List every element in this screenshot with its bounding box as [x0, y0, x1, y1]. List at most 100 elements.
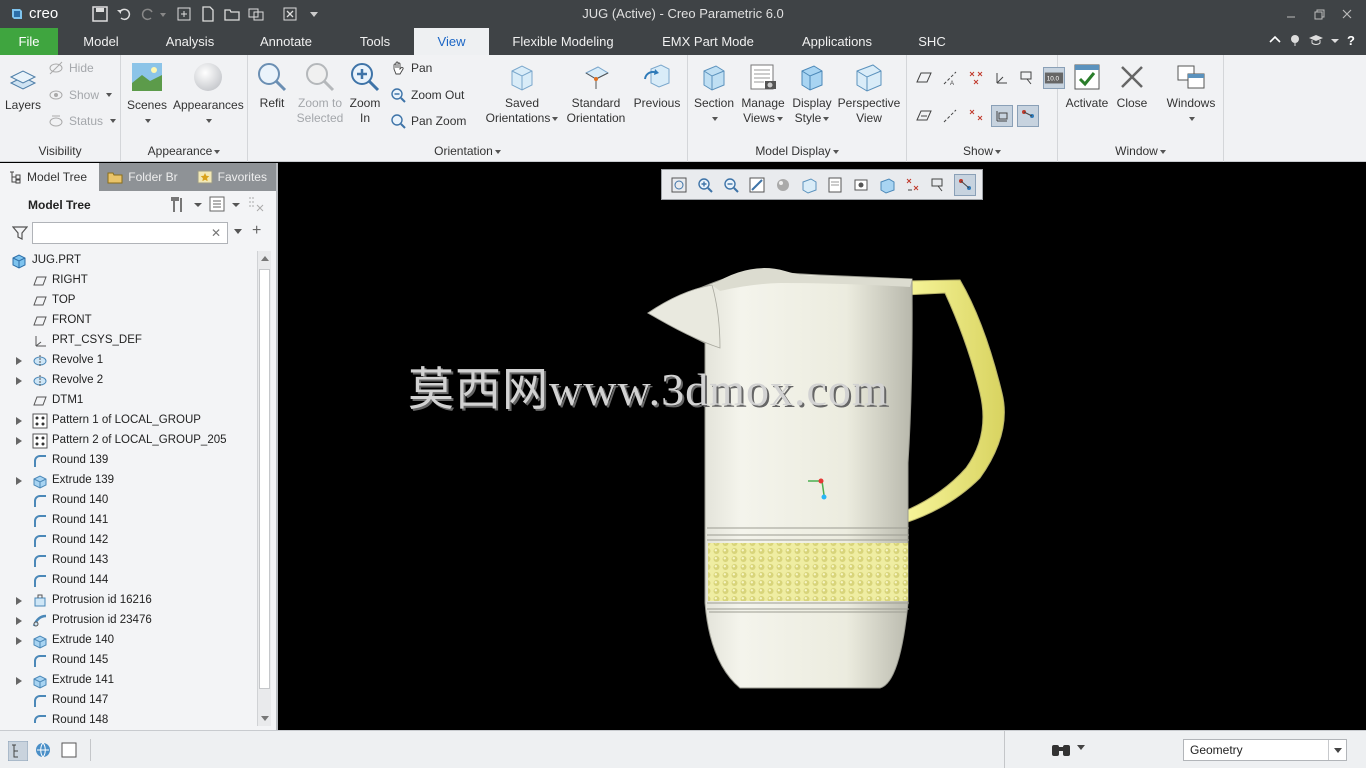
refit-icon[interactable] [668, 174, 690, 196]
expand-arrow-icon[interactable] [16, 637, 22, 645]
point-tag-display-icon[interactable] [965, 105, 987, 127]
tab-annotate[interactable]: Annotate [250, 28, 322, 55]
minimize-ribbon-icon[interactable] [1268, 33, 1282, 47]
perspective-icon[interactable] [850, 174, 872, 196]
previous-button[interactable]: Previous [632, 61, 682, 111]
tab-view[interactable]: View [414, 28, 489, 55]
view-manager-icon[interactable] [824, 174, 846, 196]
show-dropdown-icon[interactable] [232, 195, 240, 213]
hide-button[interactable]: Hide [48, 58, 94, 78]
model-tree-item[interactable]: Pattern 2 of LOCAL_GROUP_205 [0, 431, 257, 451]
csys-display-icon[interactable] [991, 67, 1013, 89]
tab-file[interactable]: File [0, 28, 58, 55]
zoom-in-button[interactable]: Zoom In [346, 61, 384, 126]
model-tree-item[interactable]: PRT_CSYS_DEF [0, 331, 257, 351]
expand-arrow-icon[interactable] [16, 357, 22, 365]
add-column-icon[interactable]: + [252, 222, 261, 240]
annotation-display-icon[interactable] [928, 174, 950, 196]
help-icon[interactable]: ? [1346, 33, 1358, 47]
pan-zoom-button[interactable]: Pan Zoom [390, 111, 466, 131]
model-tree-item[interactable]: Round 141 [0, 511, 257, 531]
undo-icon[interactable] [114, 4, 134, 24]
filter-dropdown-icon[interactable] [233, 228, 243, 236]
scroll-thumb[interactable] [259, 269, 270, 689]
repaint-icon[interactable] [746, 174, 768, 196]
layers-button[interactable]: Layers [4, 63, 42, 113]
axis-display-icon[interactable]: A [939, 67, 961, 89]
scroll-down-icon[interactable] [261, 716, 269, 721]
redo-icon[interactable] [138, 4, 170, 24]
standard-orientation-button[interactable]: Standard Orientation [562, 61, 630, 126]
model-tree-item[interactable]: Round 139 [0, 451, 257, 471]
model-tree-item[interactable]: FRONT [0, 311, 257, 331]
model-tree-item[interactable]: Extrude 140 [0, 631, 257, 651]
section-view-icon[interactable] [876, 174, 898, 196]
datum-display-icon[interactable] [902, 174, 924, 196]
restore-icon[interactable] [1306, 3, 1332, 25]
tab-model[interactable]: Model [70, 28, 132, 55]
settings-hammer-icon[interactable] [168, 195, 188, 213]
display-style-icon[interactable] [772, 174, 794, 196]
saved-orientations-icon[interactable] [798, 174, 820, 196]
section-button[interactable]: Section [692, 61, 736, 126]
close-window-icon[interactable] [280, 4, 300, 24]
model-tree-item[interactable]: Revolve 1 [0, 351, 257, 371]
expand-arrow-icon[interactable] [16, 477, 22, 485]
jug-model[interactable] [280, 163, 1366, 730]
model-tree-item[interactable]: TOP [0, 291, 257, 311]
appearances-button[interactable]: Appearances [173, 61, 244, 128]
csys-tag-display-icon[interactable] [991, 105, 1013, 127]
zoom-out-button[interactable]: Zoom Out [390, 85, 464, 105]
toggle-fullscreen-icon[interactable] [60, 741, 78, 759]
plane-tag-display-icon[interactable] [913, 105, 935, 127]
zoom-out-icon[interactable] [720, 174, 742, 196]
minimize-icon[interactable] [1278, 3, 1304, 25]
scroll-up-icon[interactable] [261, 256, 269, 261]
tab-folder-browser[interactable]: Folder Br [99, 163, 189, 191]
refit-button[interactable]: Refit [254, 61, 290, 111]
model-tree-item[interactable]: Protrusion id 23476 [0, 611, 257, 631]
tab-emx-part-mode[interactable]: EMX Part Mode [652, 28, 764, 55]
toggle-browser-icon[interactable] [34, 741, 52, 759]
pattern-display-icon[interactable] [1017, 105, 1039, 127]
expand-arrow-icon[interactable] [16, 417, 22, 425]
model-tree-item[interactable]: Round 148 [0, 711, 257, 723]
expand-arrow-icon[interactable] [16, 617, 22, 625]
model-tree-item[interactable]: Round 145 [0, 651, 257, 671]
model-tree-item[interactable]: Round 147 [0, 691, 257, 711]
show-options-icon[interactable] [208, 195, 226, 213]
model-tree-item[interactable]: RIGHT [0, 271, 257, 291]
save-icon[interactable] [90, 4, 110, 24]
tab-shc[interactable]: SHC [908, 28, 956, 55]
display-style-button[interactable]: Display Style [790, 61, 834, 126]
point-display-icon[interactable] [965, 67, 987, 89]
close-button[interactable]: Close [1112, 61, 1152, 111]
model-tree-item[interactable]: Round 143 [0, 551, 257, 571]
annotation-display-icon[interactable] [1017, 67, 1039, 89]
model-tree-item[interactable]: Extrude 141 [0, 671, 257, 691]
toggle-navigator-icon[interactable] [8, 741, 28, 761]
clear-filter-icon[interactable]: ✕ [211, 226, 221, 240]
tab-flexible-modeling[interactable]: Flexible Modeling [502, 28, 624, 55]
activate-button[interactable]: Activate [1062, 61, 1112, 111]
expand-arrow-icon[interactable] [16, 677, 22, 685]
expand-arrow-icon[interactable] [16, 597, 22, 605]
expand-arrow-icon[interactable] [16, 437, 22, 445]
saved-orientations-button[interactable]: Saved Orientations [480, 61, 564, 126]
model-tree-item[interactable]: Round 142 [0, 531, 257, 551]
scenes-button[interactable]: Scenes [125, 61, 169, 128]
pin-icon[interactable] [1288, 33, 1302, 47]
zoom-in-icon[interactable] [694, 174, 716, 196]
regenerate-icon[interactable] [174, 4, 194, 24]
settings-dropdown-icon[interactable] [194, 195, 202, 213]
tab-applications[interactable]: Applications [792, 28, 882, 55]
axis-tag-display-icon[interactable] [939, 105, 961, 127]
tab-tools[interactable]: Tools [348, 28, 402, 55]
model-tree-item[interactable]: Round 144 [0, 571, 257, 591]
graphics-window[interactable]: 莫西网www.3dmox.com [280, 163, 1366, 730]
model-tree-item[interactable]: Protrusion id 16216 [0, 591, 257, 611]
manage-views-button[interactable]: Manage Views [738, 61, 788, 126]
pan-button[interactable]: Pan [390, 58, 432, 78]
tab-favorites[interactable]: Favorites [188, 163, 276, 191]
customize-qat-icon[interactable] [304, 4, 324, 24]
